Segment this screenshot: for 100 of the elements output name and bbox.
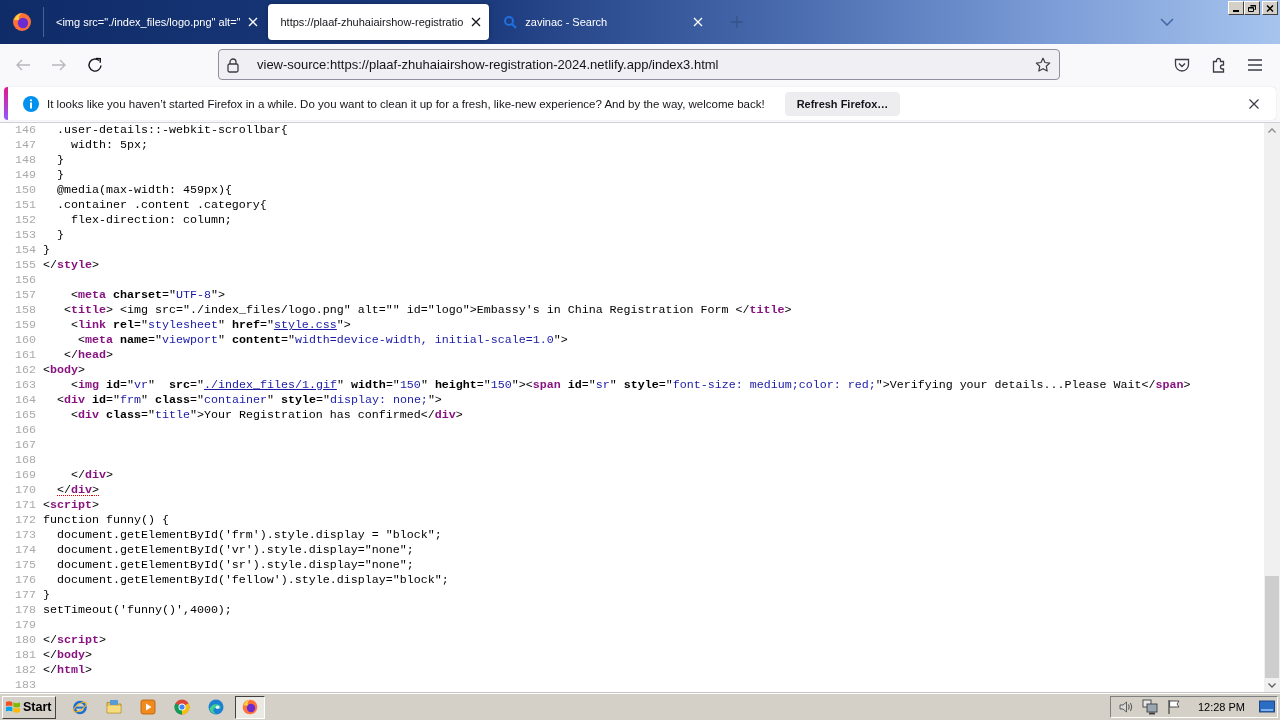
line-number: 159 [15,318,36,332]
code-line: </script> [43,633,106,648]
code-line: <title> <img src="./index_files/logo.png" alt="" id="logo">Embassy's in China Registration Form </title> [64,303,792,318]
magnifier-icon [503,15,518,29]
line-number: 172 [15,513,36,527]
line-number: 160 [15,333,36,347]
start-button[interactable]: Start [2,695,57,719]
code-line: <link rel="stylesheet" href="style.css"> [71,318,351,333]
line-number: 164 [15,393,36,407]
close-button[interactable] [1262,1,1278,15]
browser-tab[interactable]: zavinac - Search [491,4,712,40]
browser-tab[interactable]: <img src="./index_files/logo.png" alt=" [44,4,267,40]
line-number: 177 [15,588,36,602]
code-line: document.getElementById('fellow').style.display="block"; [57,573,449,588]
line-number: 147 [15,138,36,152]
line-number: 154 [15,243,36,257]
code-line: } [57,228,64,243]
lock-icon[interactable] [225,56,241,73]
code-line: } [43,243,50,258]
line-number: 179 [15,618,36,632]
play-icon [140,699,157,715]
line-number: 150 [15,183,36,197]
code-line: <body> [43,363,85,378]
star-icon[interactable] [1035,56,1051,73]
line-number: 176 [15,573,36,587]
folder-icon [106,699,123,715]
line-number: 148 [15,153,36,167]
close-icon[interactable] [1249,98,1259,109]
code-line: } [43,588,50,603]
line-number: 155 [15,258,36,272]
code-line: </div> [71,468,113,483]
code-line: document.getElementById('vr').style.display="none"; [57,543,414,558]
code-line: </body> [43,648,92,663]
code-line: <img id="vr" src="./index_files/1.gif" width="150" height="150"><span id="sr" style="font-size: medium;color: red;">Verifying your details...Please Wait</span> [71,378,1191,393]
code-line: <script> [43,498,99,513]
pocket-icon[interactable] [1174,56,1190,73]
menu-icon[interactable] [1247,56,1263,73]
flame-globe-icon [242,699,259,715]
code-line: <div class="title">Your Registration has confirmed</div> [71,408,463,423]
line-number: 178 [15,603,36,617]
line-number: 182 [15,663,36,677]
line-number: 151 [15,198,36,212]
line-number: 173 [15,528,36,542]
close-icon[interactable] [471,17,482,27]
line-number: 146 [15,123,36,137]
line-number: 153 [15,228,36,242]
line-number: 180 [15,633,36,647]
line-number: 174 [15,543,36,557]
monitor-icon[interactable] [1259,699,1275,715]
code-line: setTimeout('funny()',4000); [43,603,232,618]
code-line: function funny() { [43,513,169,528]
caret-up-icon [1268,128,1276,133]
flag-logo-icon [5,699,21,715]
clock-time[interactable]: 12:28 PM [1197,701,1245,713]
code-line: flex-direction: column; [71,213,232,228]
source-link[interactable]: style.css [273,318,337,332]
line-number: 162 [15,363,36,377]
restore-button[interactable] [1244,1,1260,15]
browser-tab[interactable]: https://plaaf-zhuhaiairshow-registratio [268,4,490,40]
line-number: 149 [15,168,36,182]
line-number: 152 [15,213,36,227]
source-link[interactable]: ./index_files/1.gif [204,378,337,392]
code-line: .user-details::-webkit-scrollbar{ [57,123,288,138]
scrollbar-thumb[interactable] [1265,576,1279,678]
reload-icon[interactable] [87,56,103,73]
line-number: 166 [15,423,36,437]
code-line: </html> [43,663,92,678]
chevron-down-icon[interactable] [1160,18,1174,26]
puzzle-piece-icon[interactable] [1211,56,1227,73]
code-line: } [57,153,64,168]
code-line: <meta charset="UTF-8"> [71,288,225,303]
segmented-circle-icon [174,699,191,715]
line-number: 183 [15,678,36,692]
code-line: <meta name="viewport" content="width=device-width, initial-scale=1.0"> [78,333,568,348]
line-number: 157 [15,288,36,302]
line-number: 168 [15,453,36,467]
code-line: document.getElementById('sr').style.display="none"; [57,558,414,573]
code-line: </div> [57,483,99,498]
scrollbar[interactable] [1264,123,1280,693]
flame-globe-icon[interactable] [11,12,32,32]
line-number: 158 [15,303,36,317]
speaker-icon[interactable] [1117,699,1134,715]
restore-icon [1248,4,1256,12]
code-line: } [57,168,64,183]
computer-icon[interactable] [1141,699,1158,715]
address-bar[interactable]: view-source:https://plaaf-zhuhaiairshow-registration-2024.netlify.app/index3.html [218,49,1060,80]
code-line: document.getElementById('frm').style.display = "block"; [57,528,442,543]
flag-icon[interactable] [1165,699,1182,715]
code-line: width: 5px; [71,138,148,153]
line-number: 167 [15,438,36,452]
line-number: 161 [15,348,36,362]
code-line: <div id="frm" class="container" style="display: none;"> [57,393,442,408]
line-number: 169 [15,468,36,482]
e-globe-icon [72,699,89,715]
taskbar-button[interactable] [235,695,266,719]
minimize-button[interactable] [1228,1,1244,15]
refresh-button[interactable]: Refresh Firefox… [784,91,901,116]
code-line: @media(max-width: 459px){ [57,183,232,198]
info-icon [23,95,39,112]
line-number: 156 [15,273,36,287]
